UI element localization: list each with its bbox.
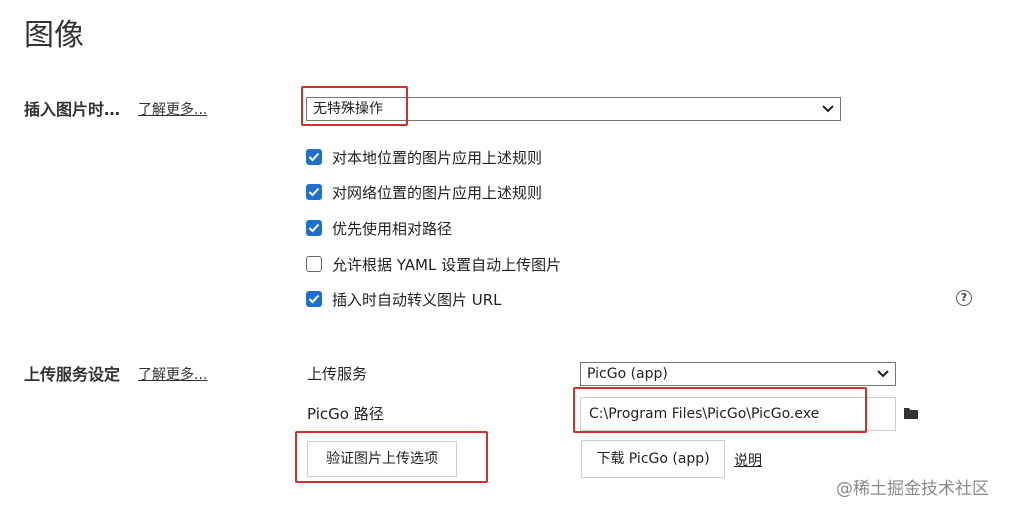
- upload-learn-more-link[interactable]: 了解更多...: [138, 365, 207, 385]
- checkbox-row-relative-path[interactable]: 优先使用相对路径: [306, 218, 452, 238]
- checkbox-row-network-images[interactable]: 对网络位置的图片应用上述规则: [306, 182, 542, 202]
- highlight-box-verify-button: [295, 431, 488, 483]
- checkbox-checked-icon[interactable]: [306, 184, 322, 200]
- picgo-path-label: PicGo 路径: [307, 405, 384, 423]
- upload-service-label: 上传服务: [307, 365, 368, 383]
- highlight-box-picgo-path: [573, 387, 867, 433]
- insert-learn-more-link[interactable]: 了解更多...: [138, 100, 207, 120]
- checkbox-label: 对网络位置的图片应用上述规则: [332, 183, 543, 202]
- chevron-down-icon: [877, 370, 889, 378]
- download-picgo-button[interactable]: 下载 PicGo (app): [581, 440, 725, 478]
- explain-link[interactable]: 说明: [734, 450, 762, 470]
- help-icon[interactable]: ?: [956, 290, 972, 306]
- checkbox-checked-icon[interactable]: [306, 220, 322, 236]
- chevron-down-icon: [822, 105, 834, 113]
- highlight-box-insert-action: [301, 86, 408, 126]
- checkbox-label: 对本地位置的图片应用上述规则: [332, 148, 543, 167]
- checkbox-unchecked-icon[interactable]: [306, 256, 322, 272]
- upload-service-select-value: PicGo (app): [587, 366, 668, 382]
- checkbox-label: 优先使用相对路径: [332, 219, 453, 238]
- insert-image-label: 插入图片时…: [24, 100, 121, 119]
- checkbox-row-escape-url[interactable]: 插入时自动转义图片 URL: [306, 289, 502, 309]
- checkbox-label: 允许根据 YAML 设置自动上传图片: [332, 255, 562, 274]
- checkbox-row-local-images[interactable]: 对本地位置的图片应用上述规则: [306, 147, 542, 167]
- checkbox-label: 插入时自动转义图片 URL: [332, 290, 502, 309]
- upload-service-select[interactable]: PicGo (app): [580, 362, 896, 386]
- folder-icon[interactable]: [903, 406, 919, 420]
- checkbox-checked-icon[interactable]: [306, 149, 322, 165]
- page-title: 图像: [24, 18, 84, 53]
- checkbox-checked-icon[interactable]: [306, 291, 322, 307]
- watermark-text: @稀土掘金技术社区: [836, 479, 989, 499]
- checkbox-row-yaml-upload[interactable]: 允许根据 YAML 设置自动上传图片: [306, 254, 561, 274]
- upload-settings-label: 上传服务设定: [24, 365, 121, 384]
